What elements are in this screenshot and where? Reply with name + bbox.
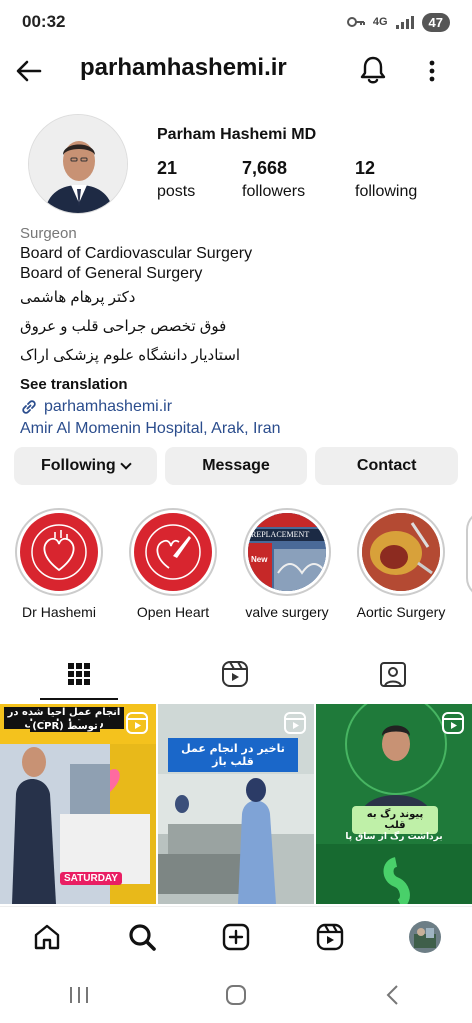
highlight-label: Aortic Surgery: [356, 604, 446, 620]
contact-button[interactable]: Contact: [315, 447, 459, 485]
highlight-dr-hashemi[interactable]: Dr Hashemi: [9, 508, 109, 620]
profile-display-name: Parham Hashemi MD: [157, 126, 317, 143]
search-icon: [128, 923, 156, 951]
post-overlay-text: تاخیر در انجام عمل قلب باز: [168, 738, 298, 772]
home-icon: [34, 924, 60, 949]
status-bar: 00:32 4G 47: [0, 0, 472, 44]
posts-count: 21: [157, 158, 178, 178]
highlight-partial[interactable]: [466, 510, 472, 598]
status-time: 00:32: [22, 12, 66, 31]
post-thumbnail[interactable]: انجام عمل احیا شده در روز قبل از عمل (CP…: [0, 704, 156, 904]
tab-reels[interactable]: [196, 648, 274, 700]
replacement-text: REPLACEMENT: [251, 530, 310, 539]
tab-posts-grid[interactable]: [40, 648, 118, 700]
tagged-icon: [380, 662, 406, 687]
post-day-badge: SATURDAY: [60, 872, 122, 885]
reel-icon: [126, 712, 148, 734]
more-options-icon[interactable]: [420, 56, 444, 86]
message-button[interactable]: Message: [164, 447, 308, 485]
active-tab-indicator: [40, 698, 118, 700]
nav-create[interactable]: [216, 917, 256, 957]
following-label: following: [355, 183, 418, 200]
following-button-label: Following: [41, 457, 116, 474]
avatar-photo: [29, 115, 127, 213]
following-button[interactable]: Following: [14, 447, 157, 485]
highlight-open-heart[interactable]: Open Heart: [123, 508, 223, 620]
home-button-icon[interactable]: [224, 983, 248, 1007]
post-overlay-text: (CPR) توسط: [30, 721, 100, 732]
system-navigation: [0, 966, 472, 1023]
key-icon: [346, 17, 365, 27]
followers-label: followers: [242, 183, 306, 200]
bio-line: Board of General Surgery: [20, 265, 203, 282]
story-highlights: Dr Hashemi Open Heart REPLACEMENT New va…: [0, 508, 472, 628]
bio-persian-line: فوق تخصص جراحی قلب و عروق: [20, 318, 227, 335]
nav-home[interactable]: [27, 917, 67, 957]
posts-grid: انجام عمل احیا شده در روز قبل از عمل (CP…: [0, 704, 472, 904]
bio-website-text: parhamhashemi.ir: [44, 398, 173, 415]
tab-tagged[interactable]: [354, 648, 432, 700]
post-thumbnail[interactable]: تاخیر در انجام عمل قلب باز: [158, 704, 314, 904]
following-count: 12: [355, 158, 376, 178]
scalpel-heart-icon: [145, 524, 201, 580]
following-stat[interactable]: 12 following: [355, 158, 417, 201]
new-badge: New: [251, 555, 268, 564]
profile-actions: Following Message Contact: [14, 447, 459, 485]
bio-line: Board of Cardiovascular Surgery: [20, 245, 253, 262]
highlight-aortic-surgery[interactable]: Aortic Surgery: [351, 508, 451, 620]
post-image: [316, 704, 472, 904]
back-arrow-icon[interactable]: [14, 56, 44, 86]
highlight-label: Open Heart: [136, 604, 210, 620]
posts-label: posts: [157, 183, 196, 200]
recent-apps-icon[interactable]: [67, 984, 91, 1006]
grid-icon: [68, 663, 90, 685]
nav-search[interactable]: [122, 917, 162, 957]
aortic-surgery-thumbnail: [362, 513, 440, 591]
battery-badge: 47: [421, 12, 450, 32]
see-translation-link[interactable]: See translation: [20, 374, 460, 396]
bio-persian-line: استادیار دانشگاه علوم پزشکی اراک: [20, 347, 241, 364]
signal-icon: [395, 15, 414, 29]
reels-icon: [222, 661, 248, 687]
network-label: 4G: [372, 16, 388, 28]
followers-stat[interactable]: 7,668 followers: [242, 158, 305, 201]
profile-username: parhamhashemi.ir: [80, 54, 287, 81]
post-thumbnail[interactable]: پیوند رگ به قلب برداشت رگ از ساق پا: [316, 704, 472, 904]
post-subtitle-text: برداشت رگ از ساق پا: [345, 832, 443, 842]
highlight-label: valve surgery: [245, 604, 329, 620]
chevron-down-icon: [119, 458, 132, 470]
followers-count: 7,668: [242, 158, 288, 178]
back-button-icon[interactable]: [381, 983, 405, 1007]
reels-icon: [317, 923, 344, 950]
link-icon: [22, 400, 36, 414]
profile-bio: Surgeon Board of Cardiovascular Surgery …: [20, 224, 460, 440]
profile-header: parhamhashemi.ir: [0, 44, 472, 96]
nav-reels[interactable]: [310, 917, 350, 957]
posts-stat[interactable]: 21 posts: [157, 158, 195, 201]
nav-profile[interactable]: [405, 917, 445, 957]
highlight-label: Dr Hashemi: [22, 604, 96, 620]
reel-icon: [284, 712, 306, 734]
profile-avatar-icon: [408, 920, 441, 953]
highlight-valve-surgery[interactable]: REPLACEMENT New valve surgery: [237, 508, 337, 620]
profile-avatar[interactable]: [28, 114, 128, 214]
bio-category: Surgeon: [20, 225, 77, 242]
bio-location-link[interactable]: Amir Al Momenin Hospital, Arak, Iran: [20, 418, 460, 440]
bio-persian-line: دکتر پرهام هاشمی: [20, 289, 136, 306]
bottom-navigation: [0, 906, 472, 966]
valve-replacement-thumbnail: [248, 513, 326, 591]
heart-icon: [31, 524, 87, 580]
bell-icon[interactable]: [358, 54, 388, 86]
post-image: [158, 704, 314, 904]
reel-icon: [442, 712, 464, 734]
status-icons: 4G 47: [346, 12, 450, 32]
bio-website-link[interactable]: parhamhashemi.ir: [20, 396, 460, 418]
add-post-icon: [222, 923, 250, 950]
content-tabs: [0, 648, 472, 700]
post-title-text: پیوند رگ به قلب: [352, 806, 438, 834]
